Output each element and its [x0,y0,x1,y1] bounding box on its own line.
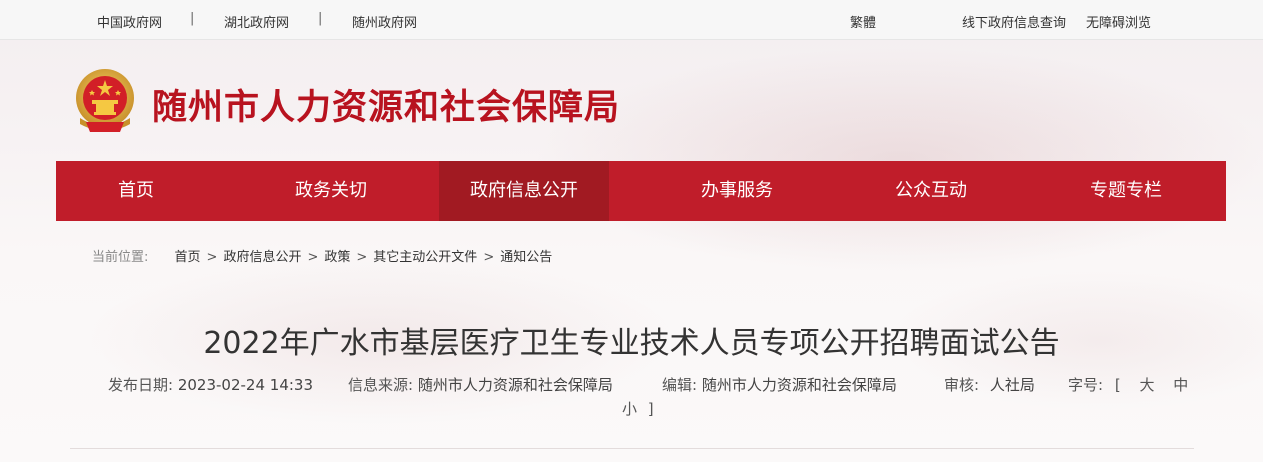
editor-value: 随州市人力资源和社会保障局 [701,376,897,394]
font-size-medium-button[interactable]: 中 [1173,376,1188,394]
topbar-separator: | [318,11,323,26]
reviewer-label: 审核: [944,376,980,394]
font-size-control: 字号: [ 大 中 [1068,374,1195,395]
reviewer: 审核: 人社局 [944,374,1035,395]
main-nav: 首页 政务关切 政府信息公开 办事服务 公众互动 专题专栏 [56,161,1226,221]
editor: 编辑: 随州市人力资源和社会保障局 [662,374,897,395]
font-size-bracket-open: [ [1114,376,1121,394]
link-suizhou-gov[interactable]: 随州政府网 [352,12,417,31]
info-source-label: 信息来源: [348,376,414,394]
content-divider [70,448,1194,449]
offline-query-link[interactable]: 线下政府信息查询 [962,12,1066,31]
breadcrumb-separator: > [206,250,218,265]
info-source: 信息来源: 随州市人力资源和社会保障局 [348,374,613,395]
font-size-label: 字号: [1068,376,1104,394]
info-source-value: 随州市人力资源和社会保障局 [417,376,613,394]
site-title: 随州市人力资源和社会保障局 [152,88,621,128]
reviewer-value: 人社局 [989,376,1035,394]
font-size-control-wrap: 小 ] [622,398,654,419]
breadcrumb-item-other-files[interactable]: 其它主动公开文件 [373,250,477,265]
breadcrumb-label: 当前位置: [92,250,149,265]
traditional-chinese-link[interactable]: 繁體 [850,12,876,31]
breadcrumb-separator: > [307,250,319,265]
breadcrumb-item-notices[interactable]: 通知公告 [500,250,552,265]
link-hubei-gov[interactable]: 湖北政府网 [224,12,289,31]
font-size-small-button[interactable]: 小 [622,400,637,418]
topbar-separator: | [190,11,195,26]
nav-item-public-interaction[interactable]: 公众互动 [846,161,1016,221]
article-title: 2022年广水市基层医疗卫生专业技术人员专项公开招聘面试公告 [203,326,1060,361]
nav-item-info-disclosure[interactable]: 政府信息公开 [439,161,609,221]
publish-date-label: 发布日期: [108,376,174,394]
font-size-large-button[interactable]: 大 [1139,376,1154,394]
breadcrumb-item-home[interactable]: 首页 [175,250,201,265]
breadcrumb-item-policy[interactable]: 政策 [324,250,350,265]
national-emblem-icon[interactable] [72,68,138,136]
breadcrumb-separator: > [483,250,495,265]
font-size-bracket-close: ] [647,400,654,418]
nav-item-special-topics[interactable]: 专题专栏 [1041,161,1211,221]
editor-label: 编辑: [662,376,698,394]
breadcrumb-separator: > [356,250,368,265]
top-bar: 中国政府网 | 湖北政府网 | 随州政府网 繁體 线下政府信息查询 无障碍浏览 [0,0,1263,40]
nav-item-home[interactable]: 首页 [56,161,216,221]
publish-date: 发布日期: 2023-02-24 14:33 [108,374,313,395]
breadcrumb-item-info-disclosure[interactable]: 政府信息公开 [223,250,301,265]
breadcrumb: 当前位置: 首页 > 政府信息公开 > 政策 > 其它主动公开文件 > 通知公告 [92,246,552,265]
nav-item-policy-concerns[interactable]: 政务关切 [246,161,416,221]
accessibility-link[interactable]: 无障碍浏览 [1086,12,1151,31]
link-china-gov[interactable]: 中国政府网 [97,12,162,31]
publish-date-value: 2023-02-24 14:33 [177,376,314,394]
nav-item-services[interactable]: 办事服务 [652,161,822,221]
